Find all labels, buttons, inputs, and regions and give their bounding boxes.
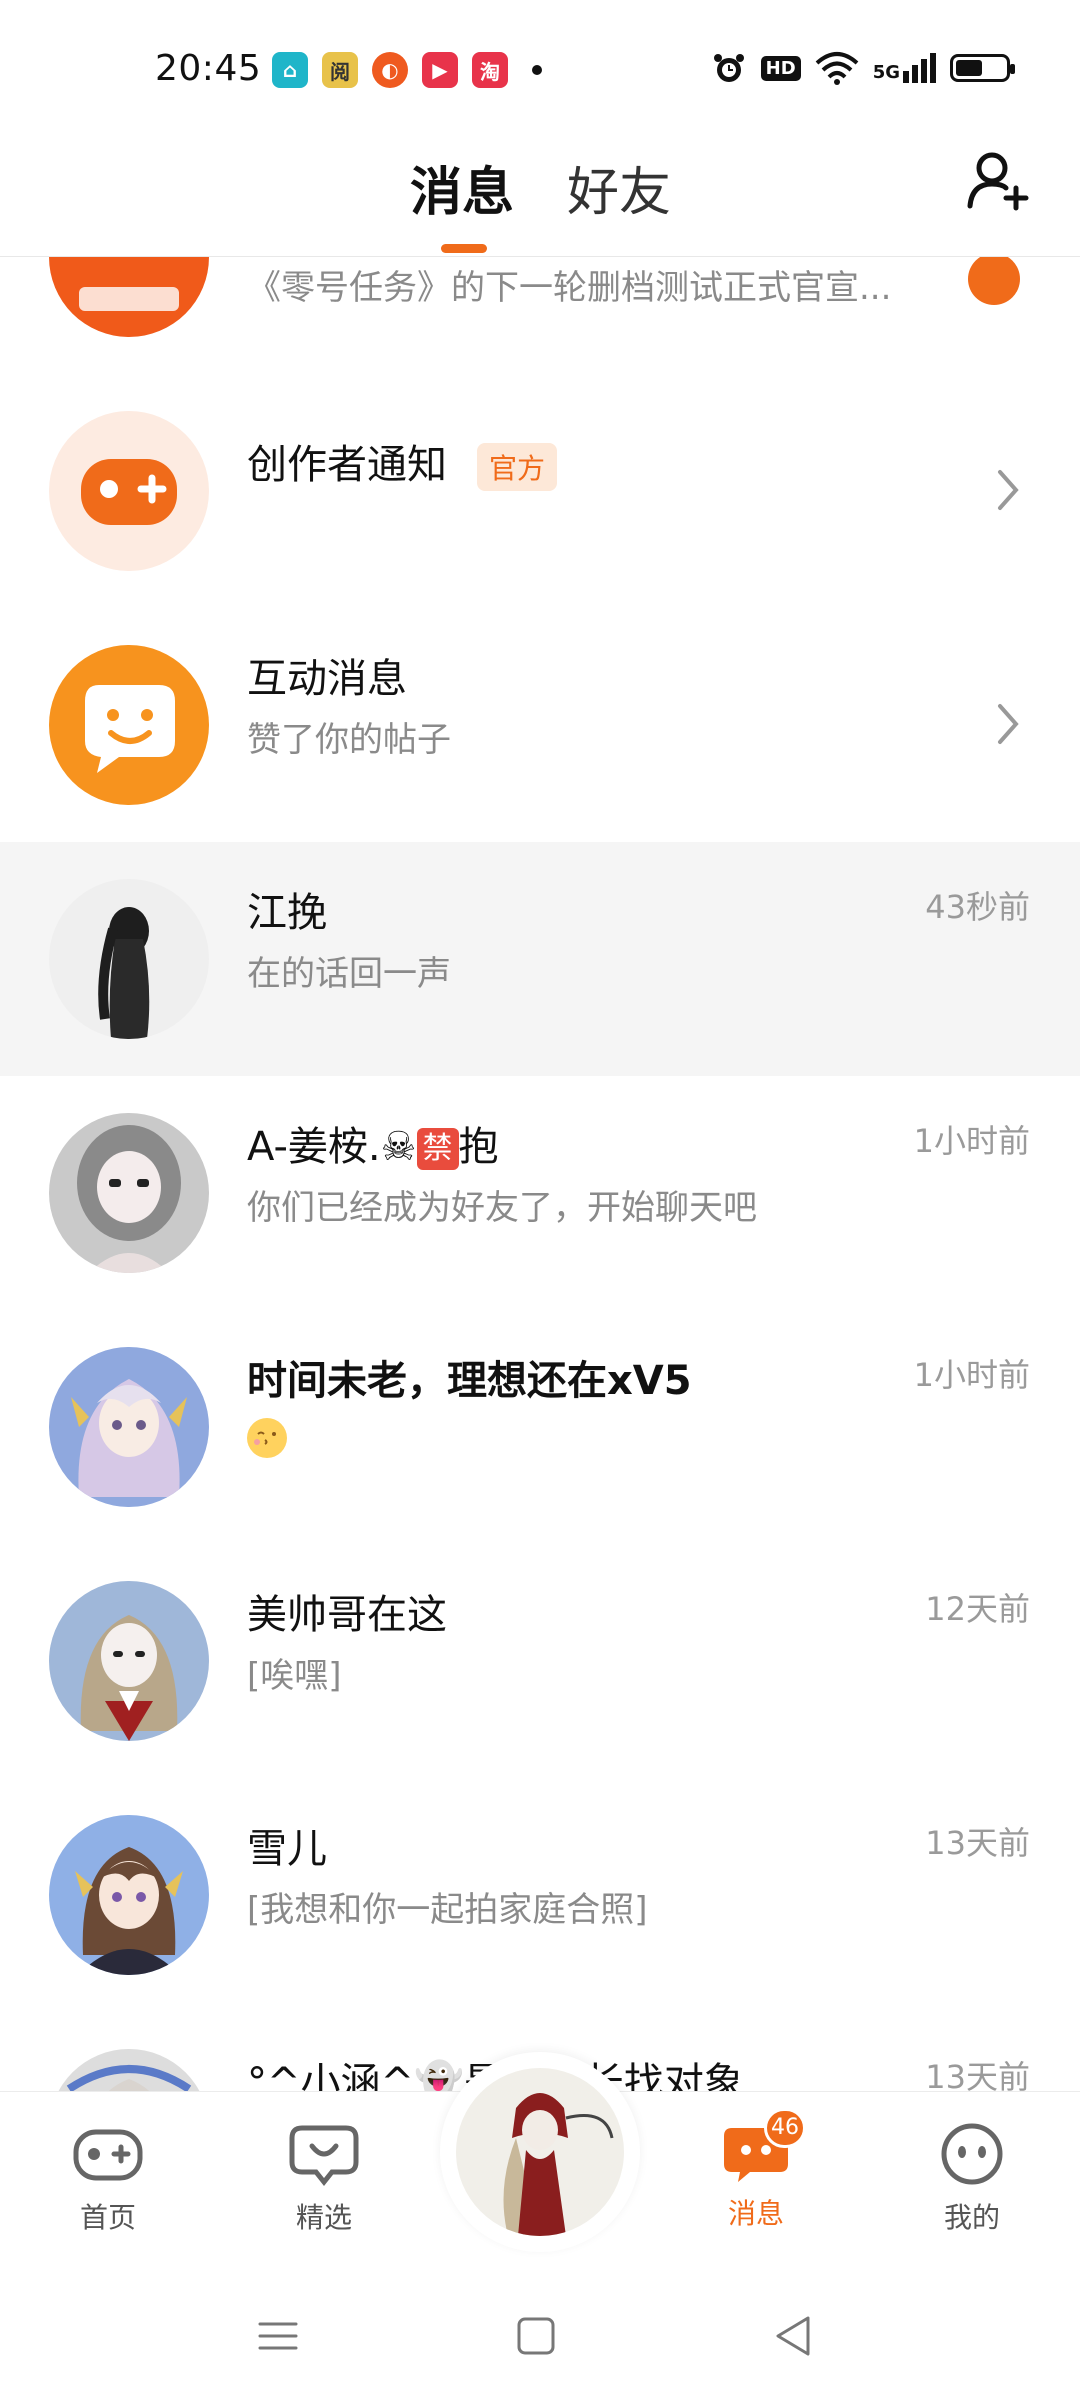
gamepad-icon: [73, 2129, 143, 2181]
nav-label: 首页: [79, 2201, 136, 2234]
status-bar: 20:45 ⌂ 阅 ◐ ▶ 淘 HD 5G: [0, 0, 1080, 140]
tab-friends[interactable]: 好友: [567, 150, 671, 225]
avatar: [49, 645, 209, 805]
avatar-character: [503, 2093, 614, 2236]
reading-app-icon: 阅: [322, 52, 358, 88]
wifi-icon: [815, 52, 859, 85]
message-preview: [我想和你一起拍家庭合照]: [247, 1890, 648, 1930]
unread-count-badge: 46: [764, 2108, 806, 2148]
video-app-icon: ▶: [422, 52, 458, 88]
taobao-app-icon: 淘: [472, 52, 508, 88]
message-preview: 《零号任务》的下一轮删档测试正式官宣...: [247, 268, 892, 308]
avatar-character: [71, 1379, 187, 1497]
top-header: 消息 好友: [0, 140, 1080, 257]
smile-chat-icon: [85, 685, 175, 773]
avatar-character: [80, 1615, 178, 1741]
conversation-list[interactable]: 《零号任务》的下一轮删档测试正式官宣... 创作者通知 官方 互动消息 赞了你的…: [0, 257, 1080, 2091]
list-item[interactable]: A-姜桉.☠ 禁抱 你们已经成为好友了，开始聊天吧 1小时前: [0, 1076, 1080, 1310]
avatar: [49, 1815, 209, 1975]
back-triangle-icon[interactable]: [764, 2306, 824, 2366]
message-icon: 46: [720, 2108, 806, 2186]
official-badge: 官方: [477, 443, 558, 491]
menu-icon[interactable]: [248, 2306, 308, 2366]
avatar-character: [75, 1847, 183, 1975]
list-item[interactable]: 江挽 在的话回一声 43秒前: [0, 842, 1080, 1076]
avatar: [49, 1581, 209, 1741]
avatar: [49, 1347, 209, 1507]
contact-name: 创作者通知 官方: [247, 432, 558, 491]
contact-name: A-姜桉.☠ 禁抱: [247, 1114, 499, 1172]
center-avatar-button[interactable]: [440, 2052, 640, 2252]
contact-name: 时间未老，理想还在xV5: [247, 1358, 692, 1404]
avatar-character: [77, 1125, 181, 1273]
chevron-right-icon: [998, 704, 1019, 744]
contact-name-prefix: A-姜桉.☠: [247, 1124, 417, 1170]
contact-name-suffix: 抱: [458, 1124, 499, 1170]
nav-label: 精选: [295, 2201, 352, 2234]
message-preview: 在的话回一声: [247, 954, 451, 994]
contact-name: 互动消息: [247, 656, 407, 702]
face-icon: [941, 2123, 1003, 2185]
more-notifications-dot: [532, 65, 542, 75]
circle-app-icon: ◐: [372, 52, 408, 88]
contact-name: 江挽: [247, 890, 327, 936]
home-square-icon[interactable]: [506, 2306, 566, 2366]
battery-icon: [950, 54, 1015, 82]
message-time: 13天前: [925, 2058, 1030, 2091]
bottom-navigation: 首页 精选 46 消息 我的: [0, 2052, 1080, 2267]
message-time: 1小时前: [913, 1122, 1030, 1160]
system-navigation-bar: [0, 2266, 1080, 2400]
avatar-character: [66, 2065, 192, 2091]
kiss-emoji-icon: [247, 1418, 287, 1458]
avatar: [49, 411, 209, 571]
contact-name: 美帅哥在这: [247, 1592, 447, 1638]
message-preview: [唉嘿]: [247, 1656, 342, 1696]
nav-label: 我的: [943, 2201, 1000, 2234]
tab-messages[interactable]: 消息: [410, 150, 514, 225]
unread-badge: [968, 257, 1020, 305]
add-user-icon[interactable]: [966, 148, 1030, 212]
network-type: 5G: [872, 62, 900, 83]
notification-icons: ⌂ 阅 ◐ ▶ 淘: [272, 52, 542, 88]
cellular-signal-icon: 5G: [873, 53, 936, 83]
nav-label: 消息: [727, 2197, 784, 2230]
message-preview: 你们已经成为好友了，开始聊天吧: [247, 1188, 757, 1228]
list-item-creator-notice[interactable]: 创作者通知 官方: [0, 374, 1080, 608]
message-time: 13天前: [925, 1824, 1030, 1862]
status-time: 20:45: [155, 48, 262, 89]
contact-name: 雪儿: [247, 1826, 327, 1872]
active-tab-indicator: [441, 244, 487, 253]
nav-profile[interactable]: 我的: [892, 2122, 1052, 2236]
message-time: 43秒前: [925, 888, 1030, 926]
alarm-icon: [713, 54, 744, 82]
system-indicators: HD 5G: [711, 50, 1015, 86]
nav-featured[interactable]: 精选: [244, 2122, 404, 2236]
avatar: [49, 2049, 209, 2091]
avatar: [49, 879, 209, 1039]
list-item[interactable]: 雪儿 [我想和你一起拍家庭合照] 13天前: [0, 1778, 1080, 2012]
gamepad-plus-icon: [81, 459, 177, 525]
list-item-interactions[interactable]: 互动消息 赞了你的帖子: [0, 608, 1080, 842]
house-app-icon: ⌂: [272, 52, 308, 88]
contact-name-text: 创作者通知: [247, 442, 447, 488]
heart-chat-icon: [289, 2125, 359, 2187]
avatar: [49, 257, 209, 337]
forbidden-badge: 禁: [416, 1128, 459, 1170]
nav-messages[interactable]: 46 消息: [676, 2108, 836, 2232]
list-item[interactable]: 时间未老，理想还在xV5 1小时前: [0, 1310, 1080, 1544]
message-time: 12天前: [925, 1590, 1030, 1628]
message-time: 1小时前: [913, 1356, 1030, 1394]
avatar: [49, 1113, 209, 1273]
avatar: [456, 2068, 624, 2236]
list-item[interactable]: 《零号任务》的下一轮删档测试正式官宣...: [0, 257, 1080, 374]
message-preview: 赞了你的帖子: [247, 720, 451, 760]
list-item[interactable]: 美帅哥在这 [唉嘿] 12天前: [0, 1544, 1080, 1778]
avatar-silhouette: [98, 907, 150, 1039]
hd-icon: HD: [760, 55, 801, 81]
chevron-right-icon: [998, 470, 1019, 510]
nav-home[interactable]: 首页: [28, 2122, 188, 2236]
